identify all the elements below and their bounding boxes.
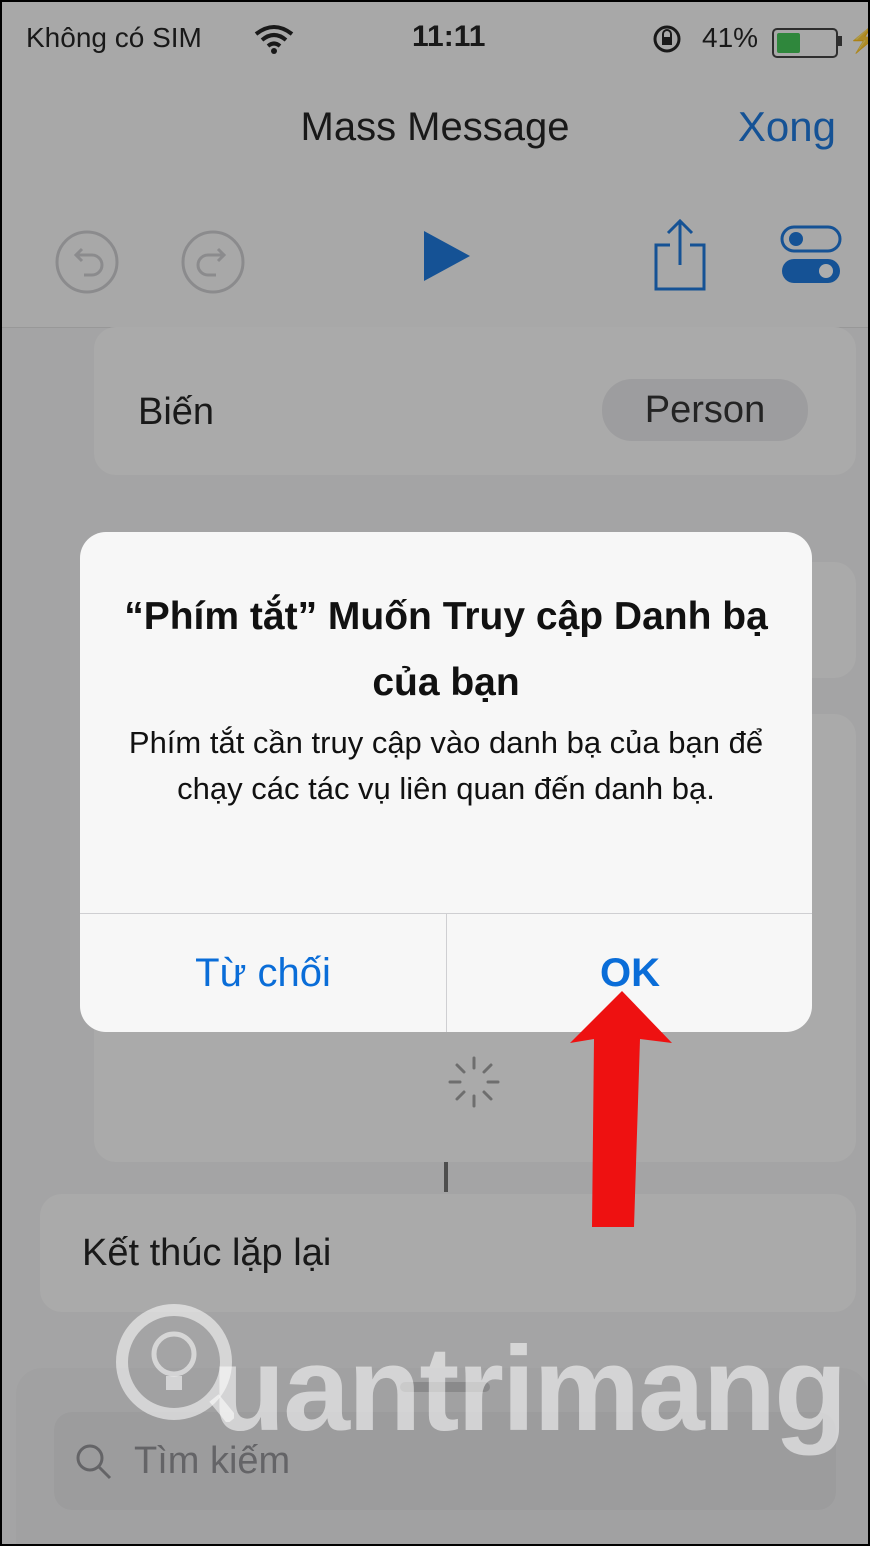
permission-alert: “Phím tắt” Muốn Truy cập Danh bạ của bạn… xyxy=(80,532,812,1032)
deny-button[interactable]: Từ chối xyxy=(80,914,446,1032)
alert-message: Phím tắt cần truy cập vào danh bạ của bạ… xyxy=(128,725,764,806)
red-arrow-icon xyxy=(570,991,672,1227)
alert-title: “Phím tắt” Muốn Truy cập Danh bạ của bạn xyxy=(124,595,768,704)
watermark-text: uantrimang xyxy=(212,1322,847,1456)
phone-screen: Không có SIM 11:11 41% ⚡ Mass Message Xo… xyxy=(0,0,870,1546)
